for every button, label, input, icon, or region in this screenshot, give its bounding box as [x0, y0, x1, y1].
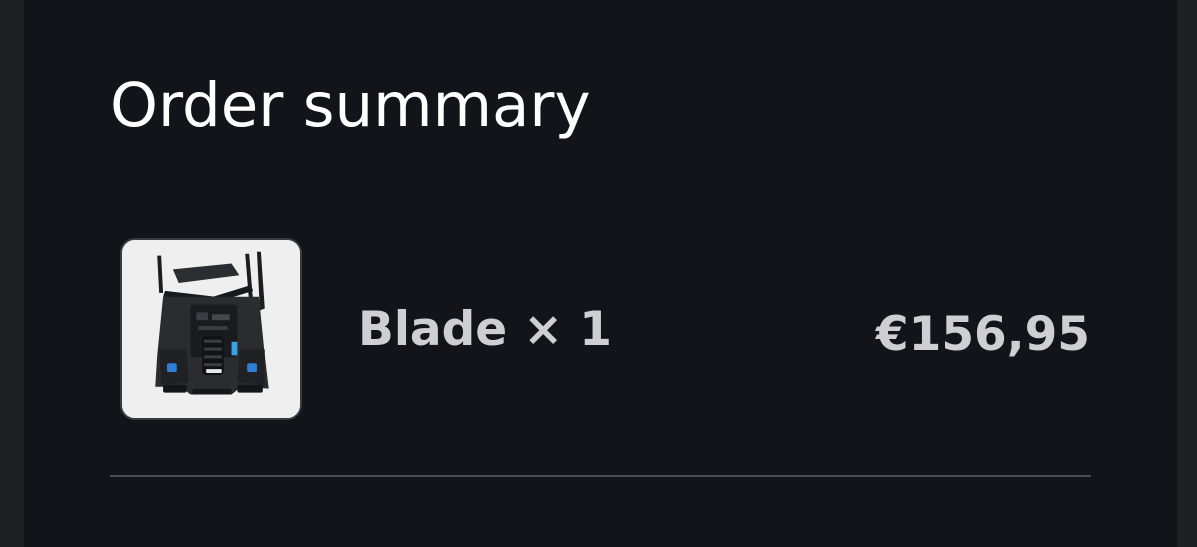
order-item-row: Blade × 1 €156,95 — [120, 238, 1090, 424]
order-summary-panel: Order summary Blade × 1 €156,95 — [24, 0, 1177, 547]
robot-chassis-image — [122, 240, 300, 418]
summary-divider — [110, 475, 1091, 477]
order-summary-title: Order summary — [110, 70, 591, 141]
item-price: €156,95 — [875, 307, 1090, 362]
item-name-quantity: Blade × 1 — [358, 302, 612, 357]
product-thumbnail — [120, 238, 302, 420]
